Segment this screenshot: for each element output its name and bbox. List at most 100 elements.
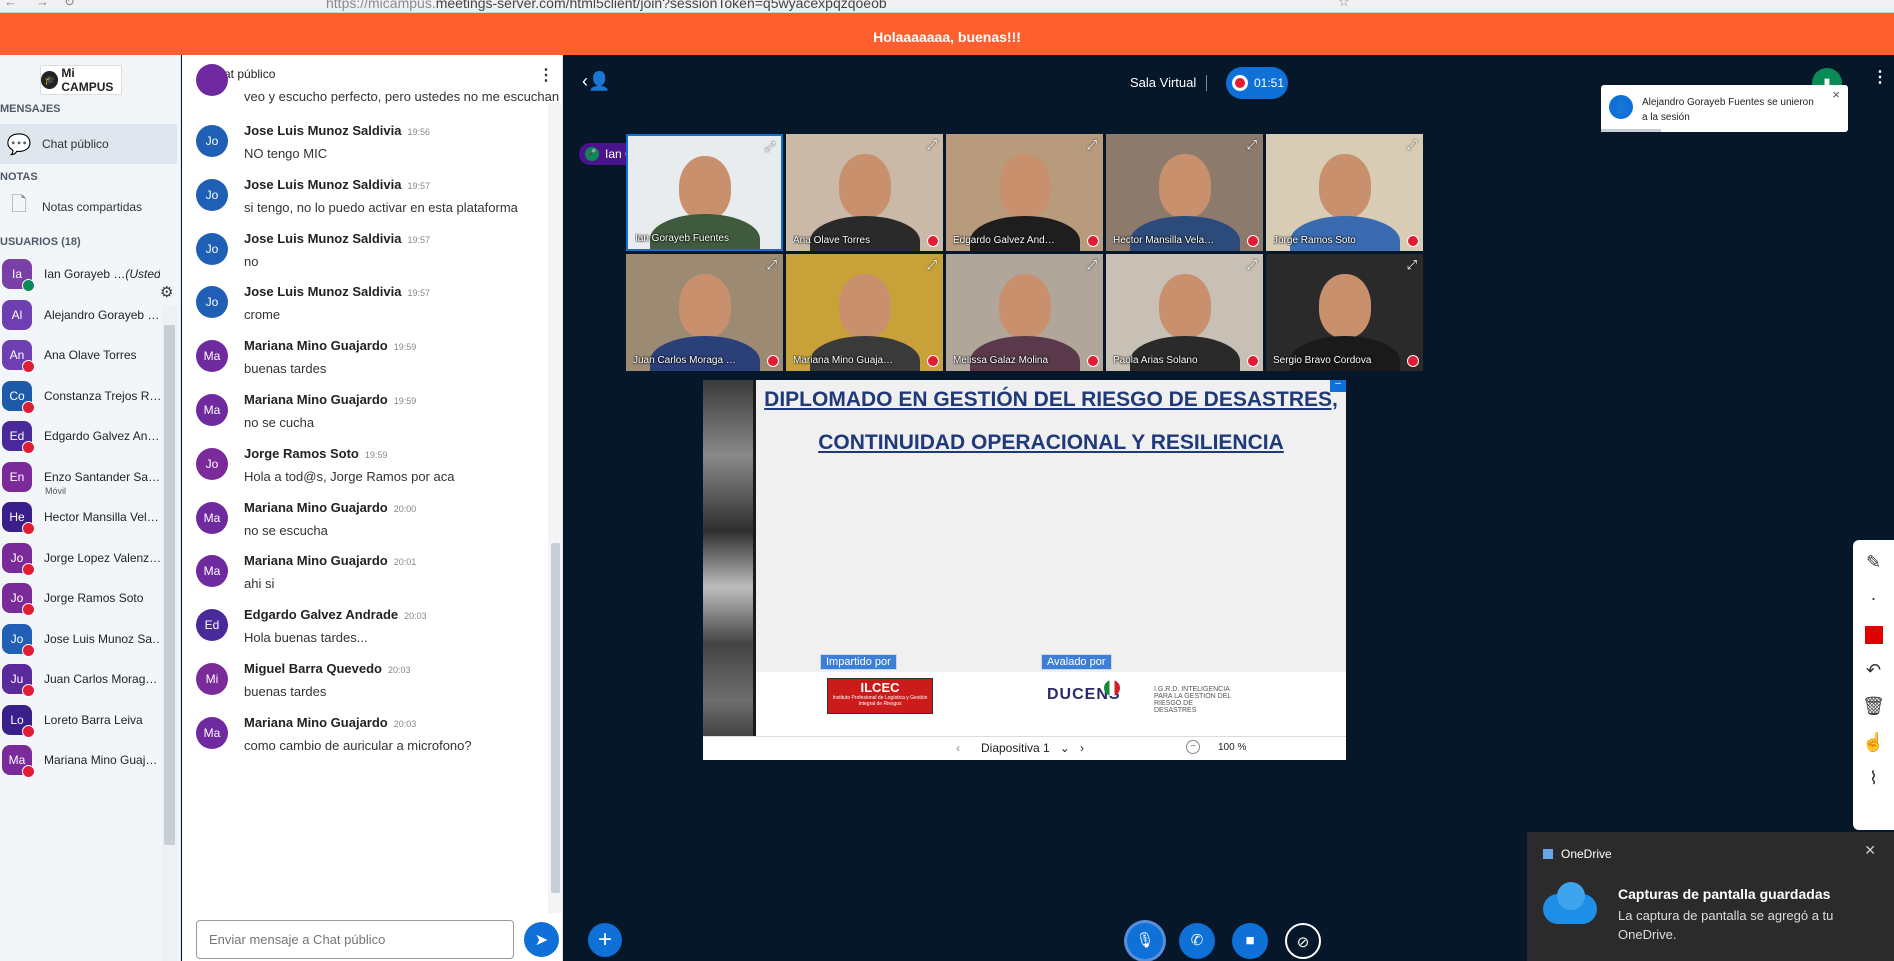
- previous-slide-icon[interactable]: ‹: [956, 741, 960, 755]
- participant-video[interactable]: ⤢ Melissa Galaz Molina: [946, 254, 1103, 371]
- undo-icon[interactable]: ↶: [1853, 652, 1894, 688]
- chat-sender-name: Mariana Mino Guajardo: [244, 499, 388, 515]
- screen-share-button[interactable]: ⊘: [1285, 923, 1321, 959]
- participant-face: [1158, 274, 1211, 338]
- bookmark-star-icon[interactable]: ☆: [1338, 0, 1350, 10]
- toast-close-icon[interactable]: ×: [1832, 87, 1840, 102]
- minimize-presentation-button[interactable]: –: [1330, 380, 1346, 392]
- close-icon[interactable]: ✕: [1864, 842, 1876, 859]
- send-message-button[interactable]: ➤: [524, 922, 559, 957]
- participant-video[interactable]: ⤢ Paola Arias Solano: [1106, 254, 1263, 371]
- chat-message: Jo Jose Luis Munoz Saldivia 19:57 no: [196, 231, 536, 291]
- mute-microphone-button[interactable]: 🎙: [1127, 923, 1163, 959]
- shared-notes-label: Notas compartidas: [42, 200, 143, 214]
- pencil-tool-icon[interactable]: ✎: [1853, 544, 1894, 580]
- avatar-initials: Ia: [11, 267, 22, 281]
- reload-icon[interactable]: ↻: [64, 0, 75, 10]
- fullscreen-expand-icon[interactable]: ⤢: [1087, 137, 1097, 153]
- scroll-thumb[interactable]: [164, 325, 175, 845]
- browser-url-bar[interactable]: ← → ↻ https://micampus.meetings-server.c…: [0, 0, 1894, 13]
- fullscreen-expand-icon[interactable]: ⤢: [1247, 137, 1257, 153]
- chat-avatar: Mi: [196, 663, 228, 695]
- chat-message-header: Miguel Barra Quevedo 20:03: [244, 661, 411, 676]
- trash-icon[interactable]: 🗑: [1853, 688, 1894, 724]
- scroll-thumb[interactable]: [551, 543, 560, 893]
- participant-face: [678, 156, 731, 220]
- user-name: Edgardo Galvez An…: [44, 429, 160, 443]
- users-section-title: USUARIOS (18): [0, 236, 81, 248]
- chat-sender-name: Mariana Mino Guajardo: [244, 553, 388, 569]
- fullscreen-expand-icon[interactable]: ⤢: [765, 139, 775, 155]
- avatar-initials: Jo: [10, 591, 24, 605]
- recording-time: 01:51: [1254, 76, 1285, 90]
- fullscreen-expand-icon[interactable]: ⤢: [927, 257, 937, 273]
- avatar-initials: Lo: [10, 712, 24, 727]
- participant-video[interactable]: ⤢ Edgardo Galvez And…: [946, 134, 1103, 251]
- user-name-text: Enzo Santander Sa…: [44, 469, 160, 484]
- chat-timestamp: 20:01: [393, 557, 417, 568]
- fullscreen-expand-icon[interactable]: ⤢: [1407, 257, 1417, 273]
- participant-video[interactable]: ⤢ Ana Olave Torres: [786, 134, 943, 251]
- chat-sender-name: Mariana Mino Guajardo: [244, 392, 388, 407]
- slide-selector[interactable]: Diapositiva 1 ⌄: [981, 741, 1070, 755]
- chat-message-input[interactable]: [196, 920, 514, 959]
- mic-icon: 🎤: [585, 147, 599, 161]
- participant-video[interactable]: ⤢ Juan Carlos Moraga …: [626, 254, 783, 371]
- user-name: Constanza Trejos R…: [44, 389, 160, 403]
- chart-icon[interactable]: ⌇: [1853, 760, 1894, 796]
- chat-timestamp: 19:59: [364, 449, 388, 460]
- recording-indicator[interactable]: 01:51: [1226, 67, 1288, 99]
- chat-message-text: veo y escucho perfecto, pero ustedes no …: [244, 89, 560, 104]
- chat-message: Mi Miguel Barra Quevedo 20:03 buenas tardes: [196, 661, 536, 721]
- zoom-out-icon[interactable]: −: [1186, 740, 1200, 754]
- participant-video[interactable]: ⤢ Hector Mansilla Vela…: [1106, 134, 1263, 251]
- user-list-item[interactable]: Ma Mariana Mino Guaj…: [0, 736, 160, 784]
- chat-message-text: Hola a tod@s, Jorge Ramos por aca: [244, 468, 455, 484]
- chat-timestamp: 20:03: [404, 611, 427, 622]
- back-icon[interactable]: ←: [4, 0, 17, 9]
- webcam-button[interactable]: ■: [1232, 923, 1268, 959]
- multi-user-icon[interactable]: ☝: [1853, 724, 1894, 760]
- chat-message-header: Mariana Mino Guajardo 20:01: [244, 553, 416, 568]
- chat-scrollbar[interactable]: [548, 103, 562, 913]
- user-settings-gear-icon[interactable]: ⚙: [160, 283, 173, 301]
- participant-video[interactable]: ⤢ Jorge Ramos Soto: [1266, 134, 1423, 251]
- chat-message: Ma Mariana Mino Guajardo 19:59 no se cucha: [196, 392, 536, 452]
- actions-plus-button[interactable]: +: [588, 923, 622, 957]
- line-width-icon[interactable]: ·: [1853, 580, 1894, 616]
- public-chat-item[interactable]: 💬 Chat público: [0, 124, 177, 164]
- user-name-text: Constanza Trejos R…: [44, 388, 160, 403]
- leave-audio-button[interactable]: ✆: [1179, 923, 1215, 959]
- chat-sender-name: Mariana Mino Guajardo: [244, 338, 388, 354]
- fullscreen-expand-icon[interactable]: ⤢: [767, 257, 777, 273]
- onedrive-notification[interactable]: OneDrive ✕ Capturas de pantalla guardada…: [1527, 832, 1894, 961]
- chat-message-header: Edgardo Galvez Andrade 20:03: [244, 607, 427, 622]
- graduation-cap-icon: 🎓: [41, 71, 59, 89]
- next-slide-icon[interactable]: ›: [1080, 741, 1084, 755]
- chat-message: Jo Jose Luis Munoz Saldivia 19:56 NO tengo …: [196, 123, 536, 183]
- fullscreen-expand-icon[interactable]: ⤢: [1247, 257, 1257, 273]
- participant-video[interactable]: ⤢ Sergio Bravo Cordova: [1266, 254, 1423, 371]
- chat-avatar: Ed: [196, 609, 228, 642]
- fullscreen-expand-icon[interactable]: ⤢: [927, 137, 937, 153]
- shared-notes-item[interactable]: 🗋 Notas compartidas: [0, 187, 177, 227]
- participant-video[interactable]: ⤢ Ian Gorayeb Fuentes: [626, 134, 783, 251]
- chat-options-icon[interactable]: ⋮: [538, 65, 554, 85]
- toast-progress: [1601, 129, 1661, 132]
- fullscreen-expand-icon[interactable]: ⤢: [1407, 137, 1417, 153]
- options-menu-icon[interactable]: ⋮: [1872, 67, 1888, 87]
- color-picker-icon[interactable]: [1853, 616, 1894, 652]
- user-list-scrollbar[interactable]: [162, 305, 177, 961]
- fullscreen-expand-icon[interactable]: ⤢: [1087, 257, 1097, 273]
- forward-icon[interactable]: →: [36, 0, 49, 9]
- toggle-userlist-icon[interactable]: ‹👤: [582, 71, 610, 92]
- chat-message-partial: veo y escucho perfecto, pero ustedes no …: [196, 64, 559, 106]
- participant-video[interactable]: ⤢ Mariana Mino Guaja…: [786, 254, 943, 371]
- slide-navigation-bar: ‹ Diapositiva 1 ⌄ › − 100 %: [703, 736, 1346, 760]
- url-text[interactable]: https://micampus.meetings-server.com/htm…: [326, 0, 887, 11]
- chat-message: Jo Jose Luis Munoz Saldivia 19:57 crome: [196, 284, 536, 344]
- muted-mic-icon: [1247, 235, 1259, 247]
- participant-face: [998, 154, 1051, 218]
- participant-name: Paola Arias Solano: [1113, 355, 1198, 366]
- participant-name: Juan Carlos Moraga …: [633, 355, 736, 366]
